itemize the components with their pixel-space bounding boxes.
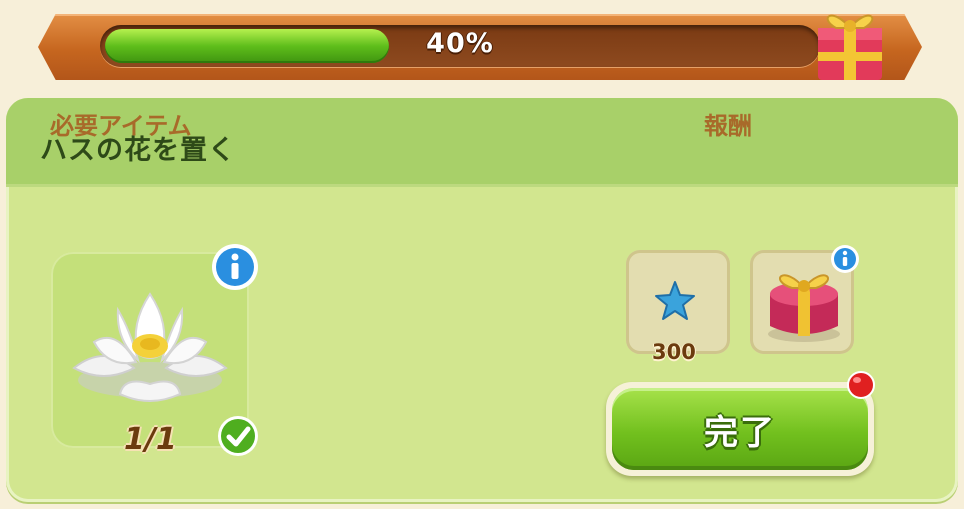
reward-amount: 300 <box>652 340 696 364</box>
item-count: 1/1 <box>124 422 177 457</box>
info-icon[interactable] <box>210 242 260 292</box>
progress-track: 40% <box>100 25 820 67</box>
gift-box-icon[interactable] <box>810 0 890 84</box>
checkmark-icon <box>218 416 258 456</box>
info-icon[interactable] <box>830 244 860 274</box>
complete-button-face[interactable]: 完了 <box>612 388 868 470</box>
blue-star-icon <box>655 281 695 320</box>
white-lotus-icon <box>72 292 228 402</box>
rewards-label: 報酬 <box>704 112 752 140</box>
required-items-label: 必要アイテム <box>50 112 192 140</box>
complete-button[interactable]: 完了 <box>606 382 874 476</box>
complete-button-label: 完了 <box>704 412 776 453</box>
progress-percent: 40% <box>426 28 494 59</box>
notification-dot-icon <box>847 371 875 399</box>
